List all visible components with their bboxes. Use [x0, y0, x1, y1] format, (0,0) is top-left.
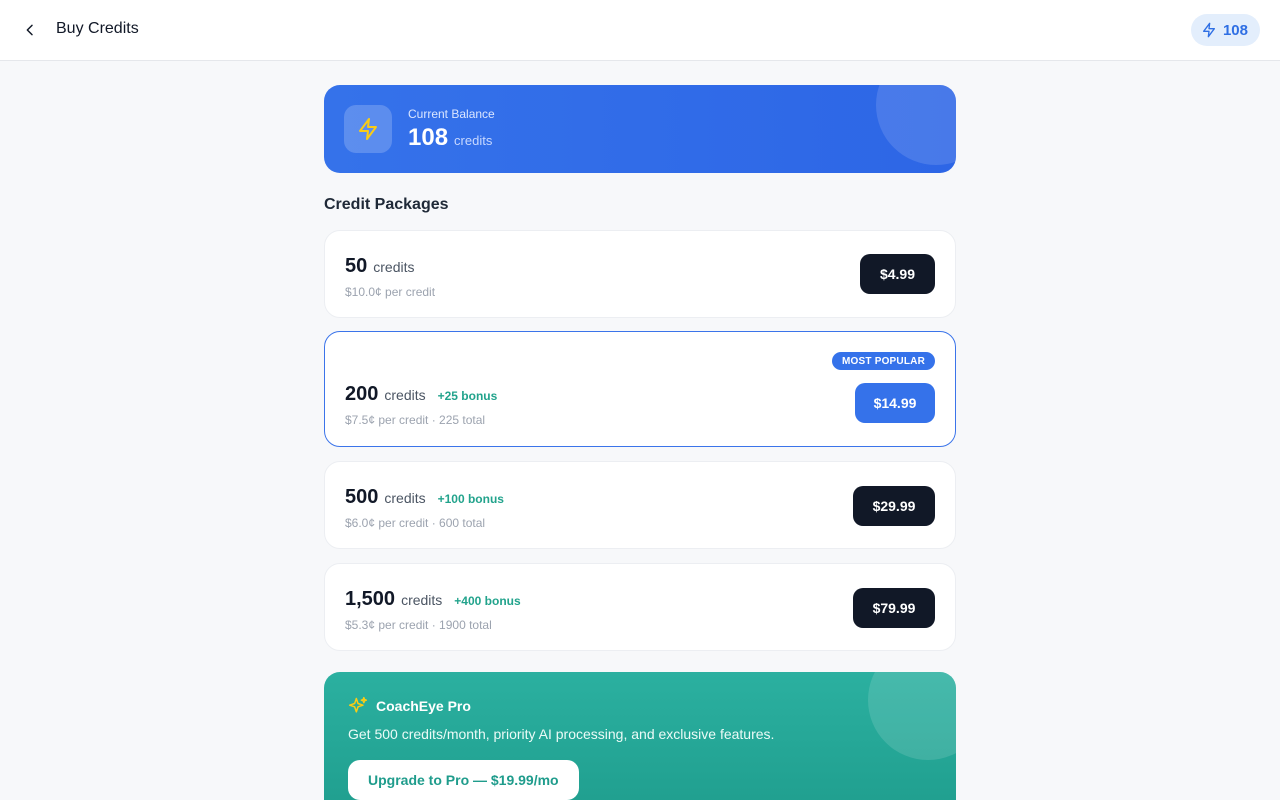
balance-unit: credits — [454, 133, 493, 148]
package-amount: 200 — [345, 383, 379, 405]
balance-icon-tile — [344, 105, 392, 153]
balance-label: Current Balance — [408, 107, 495, 121]
package-amount-row: 1,500 credits +400 bonus — [345, 588, 521, 611]
package-amount-row: 200 credits +25 bonus — [345, 383, 497, 406]
section-title: Credit Packages — [324, 196, 449, 213]
package-price-per-credit: $5.3¢ per credit · 1900 total — [345, 618, 492, 632]
package-card-1500[interactable]: 1,500 credits +400 bonus $5.3¢ per credi… — [324, 563, 956, 651]
package-amount-row: 50 credits — [345, 255, 414, 278]
package-card-200[interactable]: MOST POPULAR 200 credits +25 bonus $7.5¢… — [324, 331, 956, 447]
package-price-per-credit: $10.0¢ per credit — [345, 285, 436, 299]
current-balance-card: Current Balance 108 credits — [324, 85, 956, 173]
package-price-per-credit: $6.0¢ per credit · 600 total — [345, 516, 486, 530]
package-unit: credits — [384, 490, 426, 506]
package-bonus: +400 bonus — [454, 594, 521, 608]
credit-balance-value: 108 — [1222, 21, 1248, 39]
package-amount-row: 500 credits +100 bonus — [345, 486, 504, 509]
balance-value-row: 108 credits — [408, 124, 492, 152]
main-content: Current Balance 108 credits Credit Packa… — [324, 85, 956, 800]
back-button[interactable] — [18, 18, 42, 42]
package-unit: credits — [384, 387, 426, 403]
package-amount: 50 — [345, 255, 368, 277]
decorative-circle — [876, 85, 956, 165]
buy-button[interactable]: $4.99 — [860, 254, 935, 294]
most-popular-badge: MOST POPULAR — [832, 352, 935, 370]
package-card-500[interactable]: 500 credits +100 bonus $6.0¢ per credit … — [324, 461, 956, 549]
page-title: Buy Credits — [56, 20, 139, 37]
lightning-bolt-icon — [359, 118, 377, 140]
balance-amount: 108 — [408, 124, 449, 151]
credit-balance-badge[interactable]: 108 — [1190, 14, 1260, 46]
buy-button[interactable]: $79.99 — [853, 588, 935, 628]
pro-header: CoachEye Pro — [348, 696, 471, 716]
lightning-bolt-icon — [1202, 22, 1215, 38]
upgrade-to-pro-button[interactable]: Upgrade to Pro — $19.99/mo — [348, 760, 579, 800]
pro-title: CoachEye Pro — [376, 698, 471, 714]
sparkles-icon — [348, 696, 368, 713]
pro-description: Get 500 credits/month, priority AI proce… — [348, 726, 775, 742]
package-bonus: +100 bonus — [437, 492, 504, 506]
chevron-left-icon — [26, 24, 33, 36]
package-amount: 1,500 — [345, 588, 396, 610]
buy-button[interactable]: $14.99 — [855, 383, 935, 423]
top-bar: Buy Credits 108 — [0, 0, 1280, 61]
decorative-circle — [868, 672, 956, 760]
package-price-per-credit: $7.5¢ per credit · 225 total — [345, 413, 486, 427]
package-amount: 500 — [345, 486, 379, 508]
package-unit: credits — [401, 592, 443, 608]
package-card-50[interactable]: 50 credits $10.0¢ per credit $4.99 — [324, 230, 956, 318]
buy-button[interactable]: $29.99 — [853, 486, 935, 526]
pro-upgrade-card: CoachEye Pro Get 500 credits/month, prio… — [324, 672, 956, 800]
package-unit: credits — [373, 259, 415, 275]
package-bonus: +25 bonus — [437, 389, 498, 403]
